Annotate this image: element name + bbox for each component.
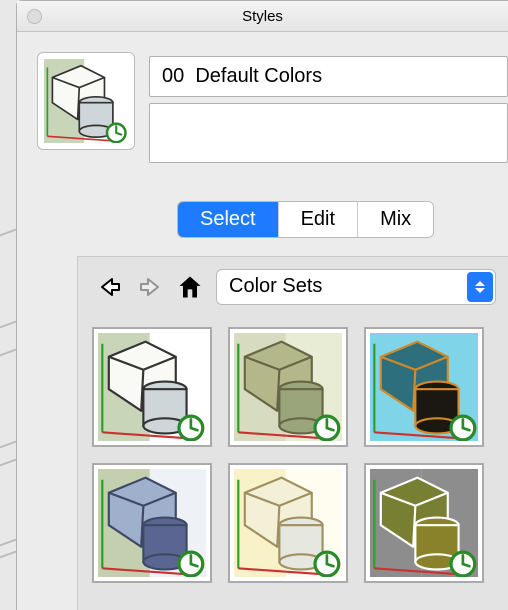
nav-forward-button xyxy=(136,273,164,301)
chevron-updown-icon xyxy=(467,272,493,302)
style-browser: Color Sets xyxy=(77,256,508,610)
style-thumbnail[interactable] xyxy=(92,327,212,447)
style-description-input[interactable] xyxy=(149,103,508,163)
collection-dropdown-label: Color Sets xyxy=(229,275,322,297)
home-button[interactable] xyxy=(176,273,204,301)
style-thumbnail[interactable] xyxy=(92,463,212,583)
styles-panel: Styles Select Edit Mix xyxy=(16,0,508,610)
style-name-input[interactable] xyxy=(149,56,508,97)
arrow-right-icon xyxy=(138,275,162,299)
collection-dropdown[interactable]: Color Sets xyxy=(216,269,496,305)
titlebar[interactable]: Styles xyxy=(17,1,508,32)
nav-back-button[interactable] xyxy=(96,273,124,301)
style-thumbnail[interactable] xyxy=(364,327,484,447)
style-thumbnail[interactable] xyxy=(228,463,348,583)
arrow-left-icon xyxy=(98,275,122,299)
style-grid xyxy=(78,317,508,593)
style-thumbnail[interactable] xyxy=(228,327,348,447)
current-style-header xyxy=(17,32,508,183)
tab-edit[interactable]: Edit xyxy=(278,202,357,237)
panel-title: Styles xyxy=(242,8,283,25)
tabs: Select Edit Mix xyxy=(177,201,508,238)
style-thumbnail[interactable] xyxy=(364,463,484,583)
tab-select[interactable]: Select xyxy=(178,202,278,237)
current-style-thumbnail[interactable] xyxy=(37,52,135,150)
tab-mix[interactable]: Mix xyxy=(357,202,433,237)
home-icon xyxy=(176,273,204,301)
close-icon[interactable] xyxy=(27,9,42,24)
